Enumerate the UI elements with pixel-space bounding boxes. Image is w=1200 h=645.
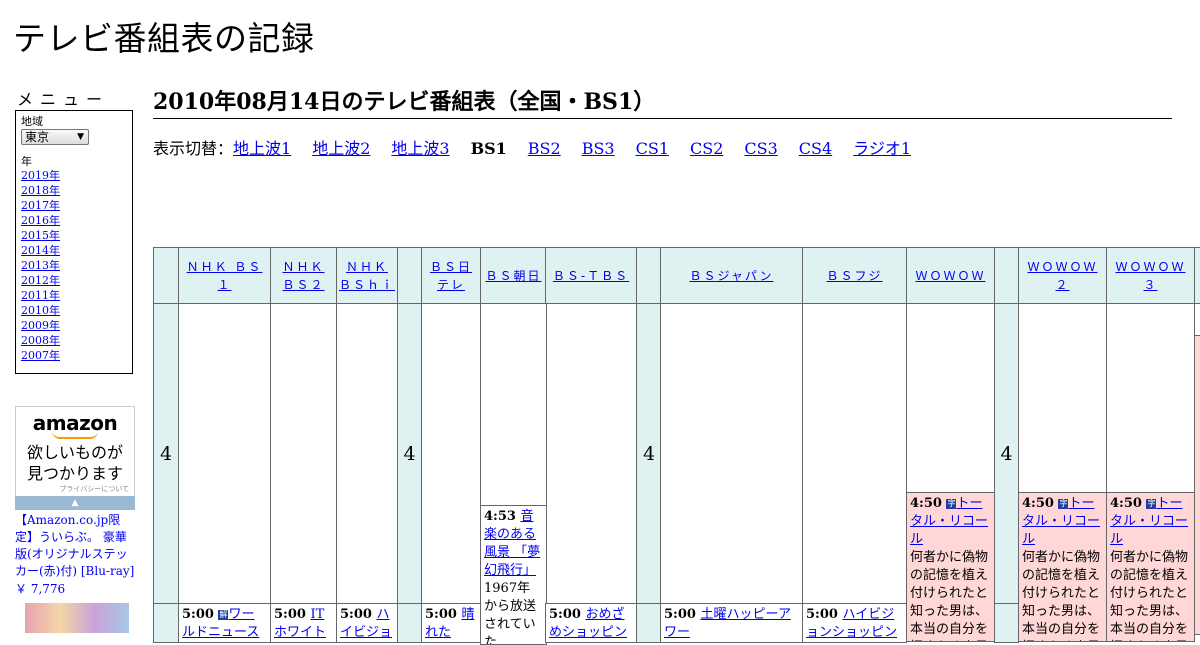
channel-link[interactable]: ＢＳ-ＴＢＳ — [553, 267, 629, 285]
program-time: 5:00 — [664, 607, 701, 622]
program-cell: 4:50 字トータル・リコール 何者かに偽物の記憶を植え付けられたと知った男は、本… — [1018, 492, 1107, 642]
channel-link[interactable]: ＢＳジャパン — [689, 267, 773, 285]
program-cell-empty — [421, 303, 481, 604]
program-description: 何者かに偽物の記憶を植え付けられたと知った男は、本当の自分を探すため火星へ — [910, 550, 989, 641]
channel-link[interactable]: ＷＯＷＯＷ３ — [1109, 258, 1192, 294]
channel-header: ＢＳジャパン — [660, 247, 803, 304]
program-cell: 5:00 解ワールドニュース — [178, 603, 271, 643]
program-cell-empty — [660, 303, 803, 604]
program-cell: 4:50 字トータル・リコール 何者かに偽物の記憶を植え付けられたと知った男は、本… — [906, 492, 995, 642]
program-cell: 5:00 ハイビジョンショッピング — [802, 603, 907, 643]
program-cell: 5:00 ITホワイトボックス — [270, 603, 337, 643]
program-cell: 4:53 音楽のある風景 「夢幻飛行」 1967年から放送されていた — [480, 505, 547, 645]
channel-link[interactable]: ＢＳフジ — [826, 267, 882, 285]
program-time: 4:50 — [910, 496, 947, 511]
channel-header: ＮＨＫ ＢＳｈｉ — [336, 247, 398, 304]
channel-header: ＷＯＷＯＷ — [906, 247, 995, 304]
channel-link[interactable]: ＮＨＫ ＢＳｈｉ — [339, 258, 395, 294]
program-cell-empty — [545, 303, 637, 604]
time-cell-hour: 4 — [397, 303, 422, 604]
program-time: 4:50 — [1110, 496, 1147, 511]
time-cell-next — [636, 603, 662, 643]
channel-header: ＢＳフジ — [802, 247, 907, 304]
time-header-cell — [636, 247, 662, 304]
program-time: 5:00 — [549, 607, 586, 622]
channel-link[interactable]: ＷＯＷＯＷ — [915, 267, 985, 285]
program-time: 4:53 — [484, 509, 521, 524]
time-header-cell — [397, 247, 422, 304]
subtitle-badge-icon: 解 — [218, 610, 229, 620]
program-time: 4:50 — [1022, 496, 1059, 511]
program-cell-empty — [336, 303, 398, 604]
channel-link[interactable]: ＮＨＫ ＢＳ２ — [273, 258, 334, 294]
channel-link[interactable]: ＢＳ朝日 — [485, 267, 541, 285]
program-cell-empty — [802, 303, 907, 604]
program-cell-empty — [1106, 303, 1195, 493]
channel-link[interactable]: ＢＳ日テレ — [424, 258, 478, 294]
program-time: 5:00 — [425, 607, 462, 622]
channel-header: ＷＯＷＯＷ３ — [1106, 247, 1195, 304]
program-time: 5:00 — [182, 607, 219, 622]
program-description: 1967年から放送されていた — [484, 581, 537, 645]
channel-link[interactable]: ＷＯＷＯＷ２ — [1021, 258, 1104, 294]
program-cell-empty — [1018, 303, 1107, 493]
program-cell: 5:00 ハイビジョン — [336, 603, 398, 643]
channel-header: ＮＨＫ ＢＳ１ — [178, 247, 271, 304]
program-cell: 5:00 土曜ハッピーアワー — [660, 603, 803, 643]
channel-header: ＮＨＫ ＢＳ２ — [270, 247, 337, 304]
program-cell-empty — [178, 303, 271, 604]
time-cell-hour: 4 — [994, 303, 1019, 604]
time-header-cell — [994, 247, 1019, 304]
channel-link[interactable]: ＮＨＫ ＢＳ１ — [181, 258, 268, 294]
program-description: 何者かに偽物の記憶を植え付けられたと知った男は、本当の自分を探すため火星へ — [1110, 550, 1189, 641]
program-time: 5:00 — [806, 607, 843, 622]
program-cell: 5:00 晴れた — [421, 603, 481, 643]
program-cell-empty — [906, 303, 995, 493]
program-cell-empty — [480, 303, 547, 506]
program-cell-empty — [270, 303, 337, 604]
channel-header: ＢＳ-ＴＢＳ — [545, 247, 637, 304]
time-cell-hour: 4 — [636, 303, 662, 604]
time-cell-next — [397, 603, 422, 643]
subtitle-badge-icon: 字 — [946, 499, 957, 509]
subtitle-badge-icon: 字 — [1146, 499, 1157, 509]
time-header-cell — [153, 247, 179, 304]
program-description: 何者かに偽物の記憶を植え付けられたと知った男は、本当の自分を探すため火星へ — [1022, 550, 1101, 641]
program-grid: 4 ＮＨＫ ＢＳ１ ＮＨＫ ＢＳ２ ＮＨＫ ＢＳｈｉ 4 ＢＳ日テレ ＢＳ朝日 ＢＳ-ＴＢＳ 4… — [0, 0, 1200, 645]
time-cell-next — [153, 603, 179, 643]
channel-header: ＷＯＷＯＷ２ — [1018, 247, 1107, 304]
channel-header: ＢＳ朝日 — [480, 247, 547, 304]
program-cell: 4:50 字トータル・リコール 何者かに偽物の記憶を植え付けられたと知った男は、本… — [1106, 492, 1195, 642]
program-cell: 5:00 おめざめショッピング — [545, 603, 637, 643]
program-time: 5:00 — [340, 607, 377, 622]
channel-header — [1194, 247, 1200, 304]
time-cell-next — [994, 603, 1019, 643]
channel-header: ＢＳ日テレ — [421, 247, 481, 304]
program-time: 5:00 — [274, 607, 311, 622]
subtitle-badge-icon: 字 — [1058, 499, 1069, 509]
time-cell-hour: 4 — [153, 303, 179, 604]
